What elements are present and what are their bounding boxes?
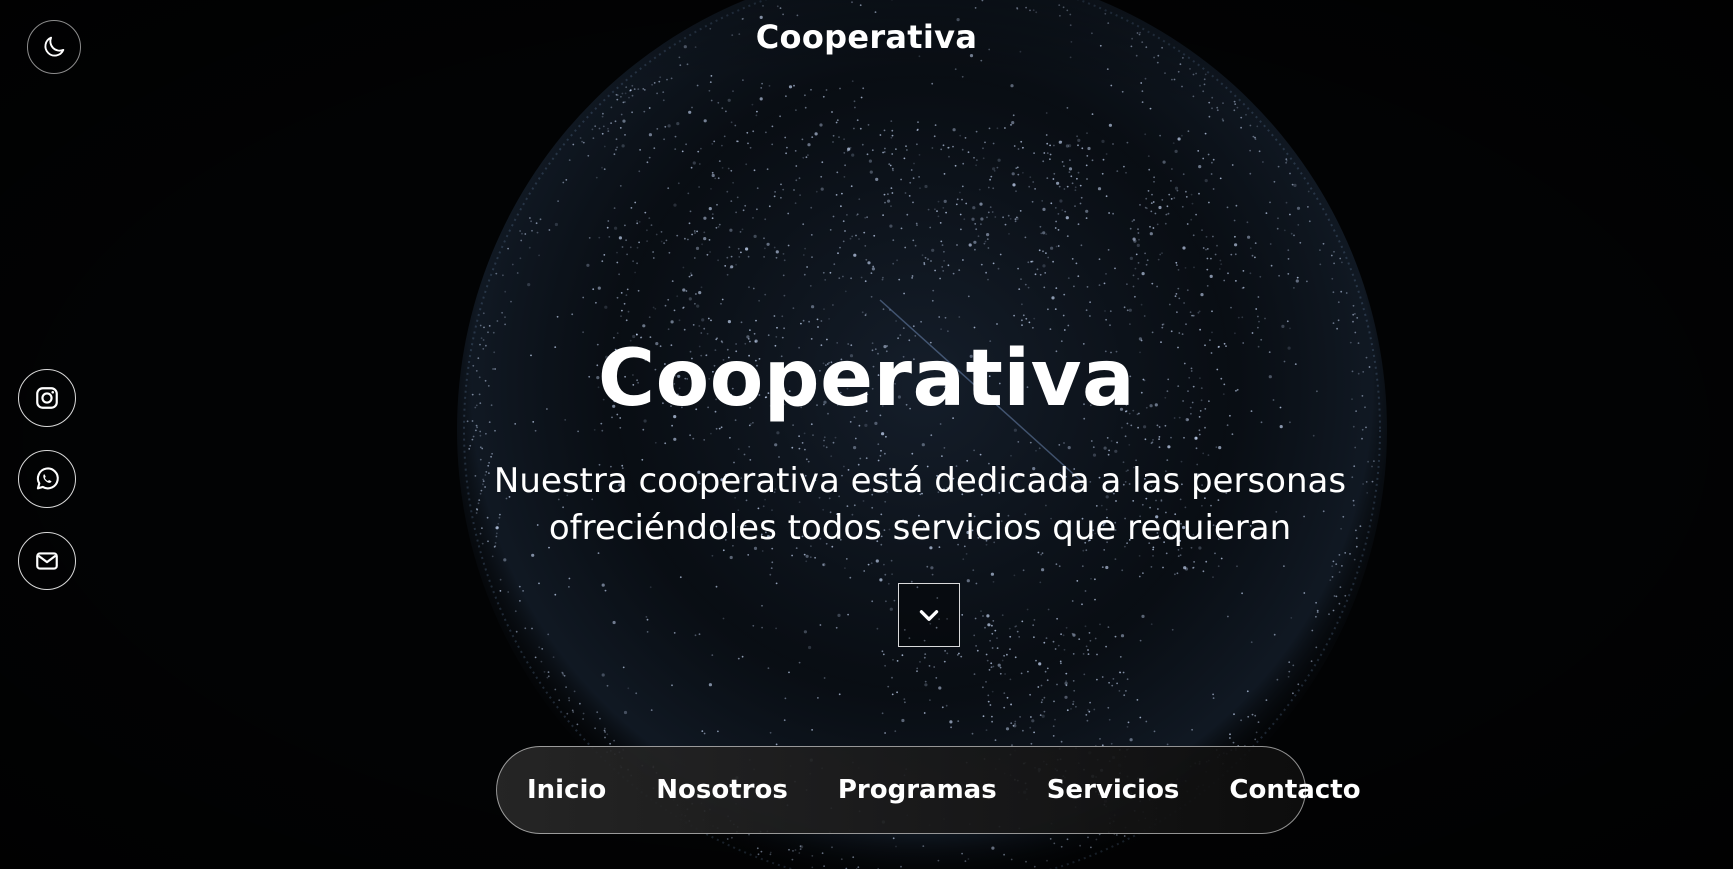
moon-icon (44, 36, 65, 57)
scroll-down-button[interactable] (898, 583, 960, 647)
whatsapp-button[interactable] (18, 450, 76, 508)
theme-toggle-button[interactable] (27, 20, 81, 74)
mail-button[interactable] (18, 532, 76, 590)
nav-item-servicios[interactable]: Servicios (1047, 775, 1180, 805)
site-brand[interactable]: Cooperativa (0, 18, 1733, 56)
mail-icon (36, 552, 58, 570)
bottom-nav: Inicio Nosotros Programas Servicios Cont… (496, 746, 1361, 834)
chevron-down-icon (919, 610, 939, 621)
nav-item-contacto[interactable]: Contacto (1229, 775, 1360, 805)
nav-item-nosotros[interactable]: Nosotros (656, 775, 788, 805)
nav-item-inicio[interactable]: Inicio (527, 775, 606, 805)
hero-title: Cooperativa (597, 334, 1136, 424)
page: Cooperativa Cooperativa Nuestra cooperat… (0, 0, 1733, 869)
nav-item-programas[interactable]: Programas (838, 775, 997, 805)
hero-subtitle: Nuestra cooperativa está dedicada a las … (493, 461, 1347, 548)
globe-background (0, 0, 1733, 869)
whatsapp-icon (36, 467, 59, 490)
